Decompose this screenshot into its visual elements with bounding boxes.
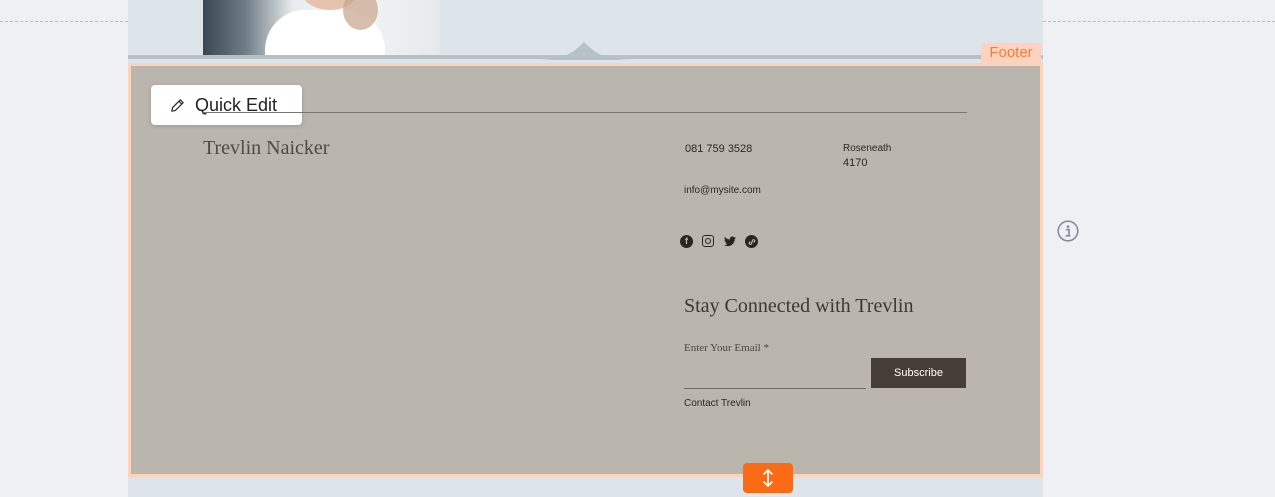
email-field-label: Enter Your Email * xyxy=(684,342,769,354)
info-icon[interactable] xyxy=(1057,220,1079,242)
footer-brand-name[interactable]: Trevlin Naicker xyxy=(203,137,329,160)
subscribe-button[interactable]: Subscribe xyxy=(871,358,966,388)
section-guide-line-right xyxy=(1043,21,1275,22)
instagram-icon[interactable] xyxy=(702,235,714,247)
facebook-icon[interactable]: f xyxy=(680,235,693,248)
section-divider-shape xyxy=(528,42,640,60)
vertical-resize-icon xyxy=(763,469,773,487)
section-guide-line-left xyxy=(0,21,128,22)
contact-link[interactable]: Contact Trevlin xyxy=(684,398,751,409)
twitter-icon[interactable] xyxy=(723,235,736,248)
section-resize-handle[interactable] xyxy=(743,463,793,493)
email-field[interactable] xyxy=(684,360,866,389)
footer-address-line1[interactable]: Roseneath xyxy=(843,143,891,154)
footer-address-line2[interactable]: 4170 xyxy=(843,157,867,169)
footer-section[interactable] xyxy=(128,63,1043,477)
footer-phone[interactable]: 081 759 3528 xyxy=(685,143,752,155)
hero-image[interactable] xyxy=(203,0,440,55)
footer-section-tag: Footer xyxy=(981,43,1041,63)
quick-edit-button[interactable]: Quick Edit xyxy=(151,85,302,125)
pencil-icon xyxy=(171,98,184,112)
footer-top-rule xyxy=(203,112,967,113)
newsletter-heading[interactable]: Stay Connected with Trevlin xyxy=(684,295,913,318)
link-icon[interactable] xyxy=(745,235,758,248)
social-bar: f xyxy=(680,235,758,248)
footer-email[interactable]: info@mysite.com xyxy=(684,185,761,196)
